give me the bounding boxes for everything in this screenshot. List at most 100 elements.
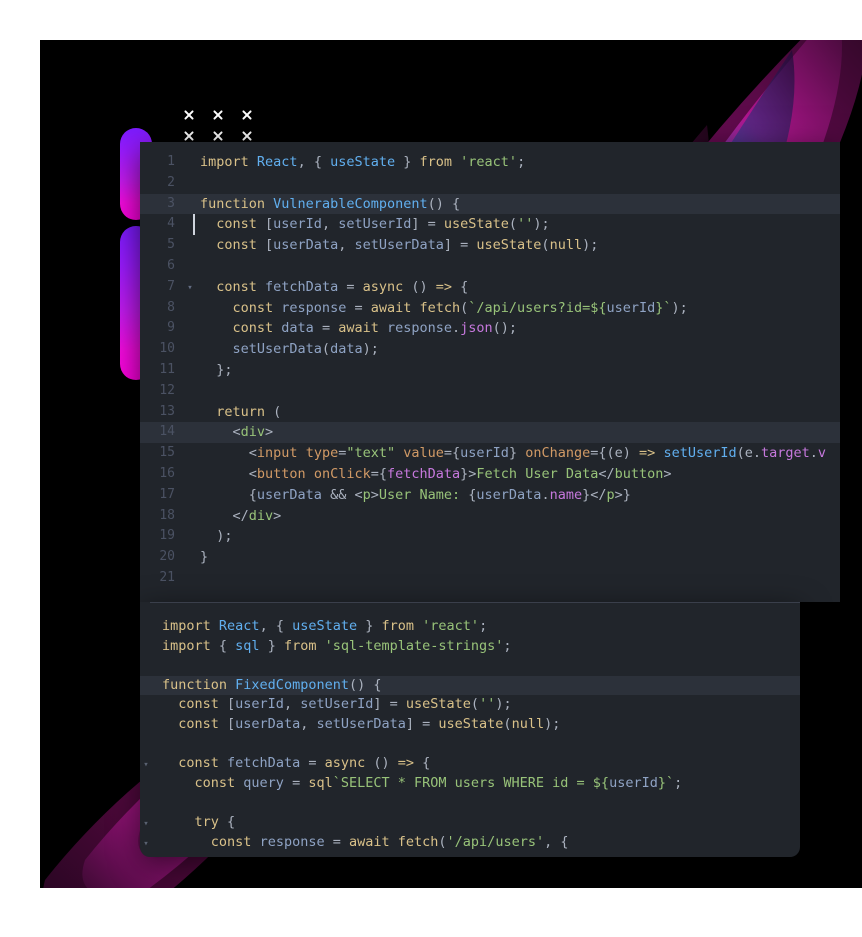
- fold-arrow-icon[interactable]: [140, 617, 152, 637]
- fold-arrow-icon[interactable]: [140, 637, 152, 657]
- code-line[interactable]: 21: [140, 568, 840, 589]
- code-text: return (: [196, 402, 281, 423]
- code-line[interactable]: const [userData, setUserData] = useState…: [140, 715, 800, 735]
- code-line[interactable]: 13 return (: [140, 402, 840, 423]
- code-line[interactable]: const query = sql`SELECT * FROM users WH…: [140, 774, 800, 794]
- fold-arrow-icon[interactable]: [184, 568, 196, 589]
- fold-arrow-icon[interactable]: [140, 735, 152, 755]
- code-line[interactable]: 15 <input type="text" value={userId} onC…: [140, 443, 840, 464]
- code-line[interactable]: 18 </div>: [140, 506, 840, 527]
- code-line[interactable]: import React, { useState } from 'react';: [140, 617, 800, 637]
- token: v: [817, 445, 827, 462]
- fold-arrow-icon[interactable]: ▾: [184, 277, 196, 298]
- close-x-icon[interactable]: [212, 130, 223, 141]
- token: button: [614, 465, 664, 482]
- close-x-icon[interactable]: [183, 109, 194, 120]
- code-text: <button onClick={fetchData}>Fetch User D…: [196, 464, 672, 485]
- code-line[interactable]: [140, 735, 800, 755]
- code-line[interactable]: function FixedComponent() {: [140, 675, 800, 696]
- line-number: 1: [167, 154, 175, 169]
- token: response: [259, 833, 325, 850]
- line-number: 11: [159, 361, 175, 377]
- token: target: [760, 445, 810, 462]
- token: const: [232, 299, 274, 316]
- token: );: [495, 696, 512, 713]
- fold-arrow-icon[interactable]: [184, 152, 196, 173]
- fold-arrow-icon[interactable]: [184, 547, 196, 568]
- code-line[interactable]: 4 const [userId, setUserId] = useState('…: [140, 214, 840, 236]
- code-line[interactable]: ▾ const response = await fetch('/api/use…: [140, 833, 800, 853]
- fold-arrow-icon[interactable]: ▾: [140, 833, 152, 853]
- code-line[interactable]: 9 const data = await response.json();: [140, 318, 840, 339]
- code-line[interactable]: 20}: [140, 547, 840, 568]
- token: {: [414, 755, 431, 772]
- fold-arrow-icon[interactable]: [140, 656, 152, 676]
- fold-arrow-icon[interactable]: [184, 506, 196, 527]
- fold-arrow-icon[interactable]: [184, 464, 196, 485]
- fold-arrow-icon[interactable]: ▾: [140, 754, 152, 774]
- fold-arrow-icon[interactable]: [140, 793, 152, 813]
- close-x-icon[interactable]: [212, 109, 223, 120]
- code-line[interactable]: const [userId, setUserId] = useState('')…: [140, 695, 800, 715]
- fold-arrow-icon[interactable]: [140, 715, 152, 735]
- fold-arrow-icon[interactable]: [184, 485, 196, 506]
- code-line[interactable]: ▾ const fetchData = async () => {: [140, 754, 800, 774]
- token: && <: [321, 486, 363, 503]
- code-area[interactable]: import React, { useState } from 'react';…: [140, 602, 800, 852]
- code-line[interactable]: 10 setUserData(data);: [140, 339, 840, 360]
- code-line[interactable]: 12: [140, 381, 840, 402]
- fold-arrow-icon[interactable]: [140, 676, 152, 696]
- code-line[interactable]: 2: [140, 173, 840, 194]
- fold-arrow-icon[interactable]: [140, 695, 152, 715]
- window-controls-row-1[interactable]: [183, 109, 252, 120]
- code-line[interactable]: [140, 793, 800, 813]
- fold-arrow-icon[interactable]: [184, 360, 196, 381]
- fold-arrow-icon[interactable]: [184, 298, 196, 319]
- fold-arrow-icon[interactable]: [184, 381, 196, 402]
- fold-arrow-icon[interactable]: [184, 318, 196, 339]
- code-line[interactable]: 11 };: [140, 360, 840, 381]
- fold-arrow-icon[interactable]: [184, 194, 196, 215]
- code-line[interactable]: 3 function VulnerableComponent() {: [140, 193, 840, 215]
- code-line[interactable]: ▾ try {: [140, 813, 800, 833]
- window-controls-row-2[interactable]: [183, 130, 252, 141]
- token: response: [386, 320, 453, 337]
- code-line[interactable]: 14 <div>: [140, 422, 840, 444]
- code-line[interactable]: 8 const response = await fetch(`/api/use…: [140, 298, 840, 319]
- code-line[interactable]: import { sql } from 'sql-template-string…: [140, 637, 800, 657]
- close-x-icon[interactable]: [241, 109, 252, 120]
- code-line[interactable]: 5 const [userData, setUserData] = useSta…: [140, 235, 840, 256]
- code-area[interactable]: 1 import React, { useState } from 'react'…: [140, 142, 840, 589]
- token: onClick: [313, 465, 371, 482]
- code-text: </div>: [196, 506, 282, 527]
- code-line[interactable]: [140, 656, 800, 676]
- fixed-component-editor[interactable]: import React, { useState } from 'react';…: [140, 602, 800, 857]
- close-x-icon[interactable]: [241, 130, 252, 141]
- code-text: import React, { useState } from 'react';: [196, 152, 525, 173]
- close-x-icon[interactable]: [183, 130, 194, 141]
- token: useState: [292, 618, 358, 634]
- code-line[interactable]: 17 {userData && <p>User Name: {userData.…: [140, 485, 840, 506]
- code-line[interactable]: 1 import React, { useState } from 'react'…: [140, 152, 840, 173]
- fold-arrow-icon[interactable]: [184, 526, 196, 547]
- code-line[interactable]: 6: [140, 256, 840, 277]
- fold-arrow-icon[interactable]: ▾: [140, 813, 152, 833]
- fold-arrow-icon[interactable]: [184, 256, 196, 277]
- fold-arrow-icon[interactable]: [184, 402, 196, 423]
- line-number: 3: [167, 195, 175, 211]
- fold-arrow-icon[interactable]: [184, 422, 196, 443]
- fold-arrow-icon[interactable]: [184, 173, 196, 194]
- code-line[interactable]: 16 <button onClick={fetchData}>Fetch Use…: [140, 464, 840, 485]
- token: onChange: [525, 445, 591, 462]
- code-line[interactable]: 7 ▾ const fetchData = async () => {: [140, 277, 840, 298]
- code-line[interactable]: 19 );: [140, 526, 840, 547]
- fold-arrow-icon[interactable]: [140, 774, 152, 794]
- fold-arrow-icon[interactable]: [184, 443, 196, 464]
- fold-arrow-icon[interactable]: [184, 339, 196, 360]
- fold-arrow-icon[interactable]: [184, 235, 196, 256]
- vulnerable-component-editor[interactable]: 1 import React, { useState } from 'react'…: [140, 142, 840, 602]
